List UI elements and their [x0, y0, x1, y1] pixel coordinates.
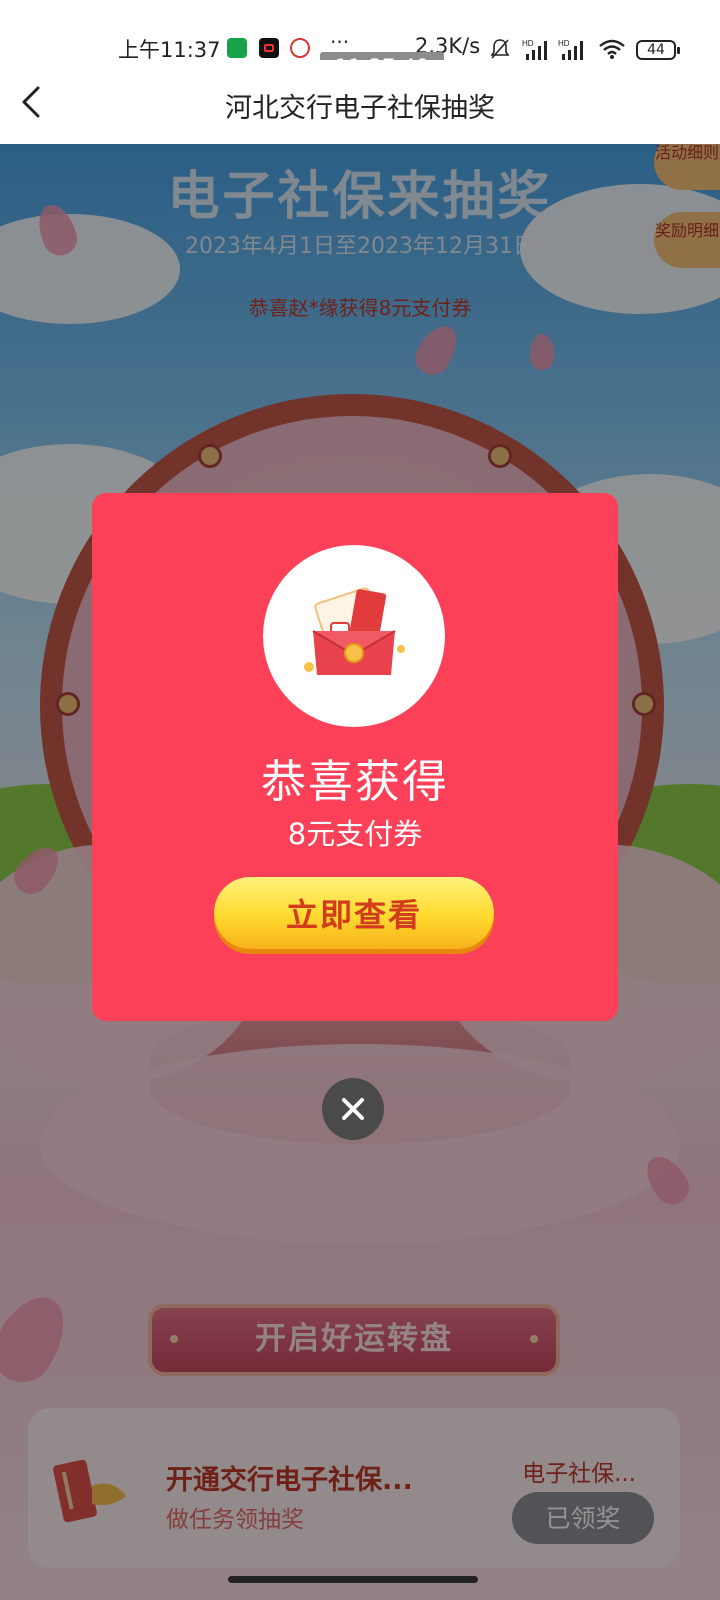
svg-text:HD: HD [522, 39, 534, 48]
page-title: 河北交行电子社保抽奖 [225, 93, 495, 124]
svg-text:HD: HD [558, 39, 570, 48]
view-now-button[interactable]: 立即查看 [214, 877, 494, 949]
status-more: ··· [330, 30, 350, 54]
app-red-icon [290, 38, 310, 58]
app-video-icon [259, 38, 279, 58]
prize-name: 8元支付券 [287, 817, 423, 851]
signal-hd-icon: HD [522, 39, 547, 60]
app-green-icon [227, 38, 247, 58]
title-bar: 河北交行电子社保抽奖 [0, 60, 720, 144]
wifi-icon [599, 39, 625, 59]
home-indicator[interactable] [228, 1576, 478, 1583]
prize-icon-circle [263, 545, 445, 727]
bell-muted-icon [490, 39, 510, 59]
signal-hd-icon-2: HD [558, 39, 583, 60]
red-envelope-coupon-icon [304, 587, 405, 675]
modal-title: 恭喜获得 [260, 755, 449, 808]
battery-icon: 44 [636, 40, 680, 60]
close-modal-button[interactable] [322, 1078, 384, 1140]
close-icon [342, 1098, 364, 1120]
prize-modal: 恭喜获得 8元支付券 立即查看 [92, 493, 618, 1021]
